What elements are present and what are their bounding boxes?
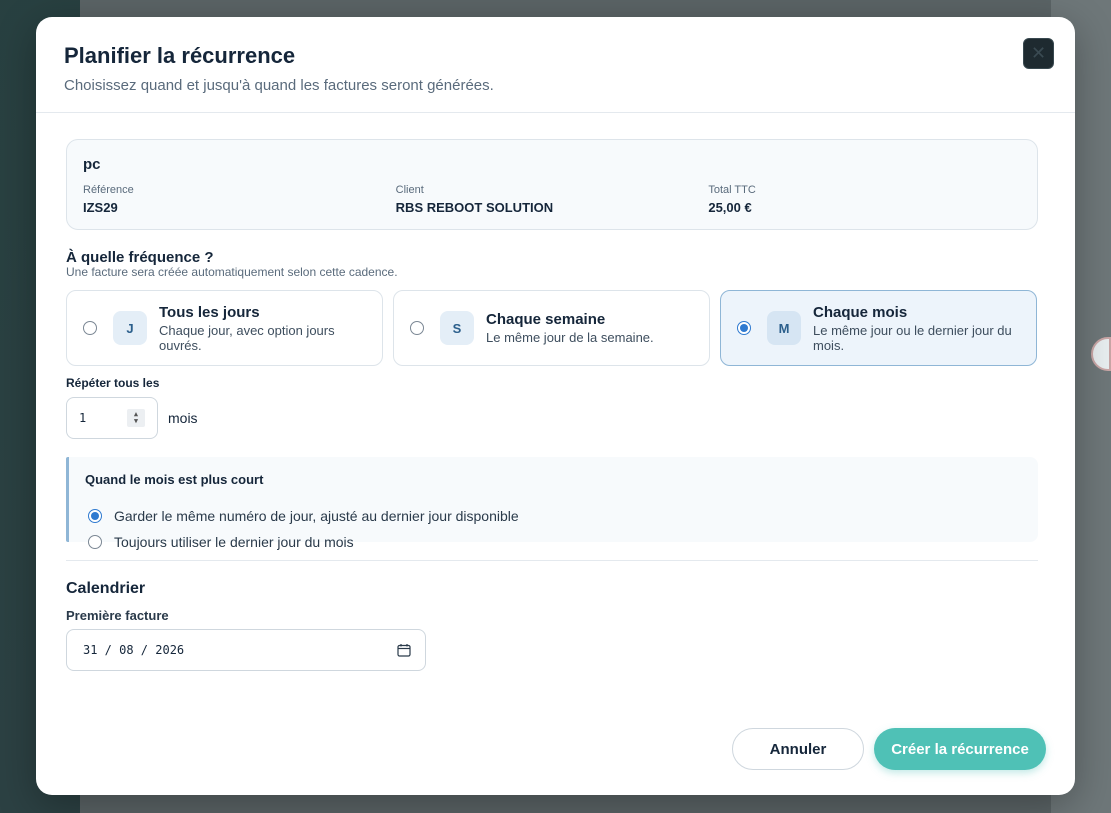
- close-icon: ✕: [1030, 43, 1047, 63]
- client-value: RBS REBOOT SOLUTION: [395, 200, 554, 215]
- section-divider: [66, 560, 1038, 561]
- total-value: 25,00 €: [708, 200, 752, 215]
- radio-monthly[interactable]: [737, 321, 751, 335]
- monthly-name: Chaque mois: [813, 303, 908, 321]
- short-month-title: Quand le mois est plus court: [85, 472, 264, 487]
- recurrence-modal: Planifier la récurrence Choisissez quand…: [36, 17, 1075, 795]
- frequency-title: À quelle fréquence ?: [66, 249, 214, 266]
- calendar-title: Calendrier: [66, 580, 146, 597]
- last-day-label: Toujours utiliser le dernier jour du moi…: [114, 534, 354, 550]
- first-invoice-date-value: 31 / 08 / 2026: [83, 643, 185, 657]
- daily-desc: Chaque jour, avec option jours ouvrés.: [159, 322, 335, 353]
- radio-same-day[interactable]: [88, 509, 102, 523]
- first-invoice-date-input[interactable]: 31 / 08 / 2026: [66, 629, 426, 671]
- frequency-option-daily[interactable]: J Tous les jours Chaque jour, avec optio…: [66, 290, 383, 366]
- frequency-options: J Tous les jours Chaque jour, avec optio…: [66, 290, 1037, 366]
- total-block: Total TTC 25,00 €: [708, 184, 1021, 215]
- short-month-panel: Quand le mois est plus court Garder le m…: [66, 457, 1038, 550]
- weekly-desc: Le même jour de la semaine.: [486, 330, 654, 345]
- reference-block: Référence IZS29: [83, 184, 396, 215]
- repeat-row: 1 ▲ ▼ mois: [66, 397, 198, 439]
- radio-weekly[interactable]: [410, 321, 424, 335]
- short-month-option-same-day[interactable]: Garder le même numéro de jour, ajusté au…: [85, 503, 1022, 529]
- total-label: Total TTC: [708, 184, 756, 196]
- calendar-icon[interactable]: [397, 643, 411, 657]
- client-label: Client: [395, 184, 424, 196]
- cancel-button[interactable]: Annuler: [732, 728, 864, 770]
- repeat-interval-input[interactable]: 1 ▲ ▼: [66, 397, 158, 439]
- modal-header: Planifier la récurrence Choisissez quand…: [36, 17, 1075, 113]
- same-day-label: Garder le même numéro de jour, ajusté au…: [114, 508, 519, 524]
- repeat-interval-value: 1: [79, 411, 87, 425]
- client-block: Client RBS REBOOT SOLUTION: [396, 184, 709, 215]
- short-month-option-last-day[interactable]: Toujours utiliser le dernier jour du moi…: [85, 529, 1022, 555]
- frequency-option-weekly[interactable]: S Chaque semaine Le même jour de la sema…: [393, 290, 710, 366]
- create-recurrence-button[interactable]: Créer la récurrence: [874, 728, 1046, 770]
- invoice-summary-card: pc Référence IZS29 Client RBS REBOOT SOL…: [66, 139, 1038, 230]
- monthly-badge: M: [767, 311, 801, 345]
- first-invoice-label: Première facture: [66, 608, 169, 623]
- monthly-desc: Le même jour ou le dernier jour du mois.: [813, 322, 1012, 353]
- stepper-icon[interactable]: ▲ ▼: [127, 409, 145, 427]
- frequency-option-monthly[interactable]: M Chaque mois Le même jour ou le dernier…: [720, 290, 1037, 366]
- reference-value: IZS29: [83, 200, 118, 215]
- modal-title: Planifier la récurrence: [64, 43, 296, 68]
- weekly-name: Chaque semaine: [486, 311, 606, 328]
- repeat-unit: mois: [168, 410, 198, 426]
- frequency-subtitle: Une facture sera créée automatiquement s…: [66, 265, 398, 279]
- radio-daily[interactable]: [83, 321, 97, 335]
- modal-subtitle: Choisissez quand et jusqu'à quand les fa…: [64, 77, 494, 94]
- reference-label: Référence: [83, 184, 134, 196]
- invoice-name: pc: [83, 156, 101, 173]
- daily-badge: J: [113, 311, 147, 345]
- close-button[interactable]: ✕: [1023, 38, 1054, 69]
- daily-name: Tous les jours: [159, 303, 260, 321]
- repeat-label: Répéter tous les: [66, 376, 160, 390]
- radio-last-day[interactable]: [88, 535, 102, 549]
- weekly-badge: S: [440, 311, 474, 345]
